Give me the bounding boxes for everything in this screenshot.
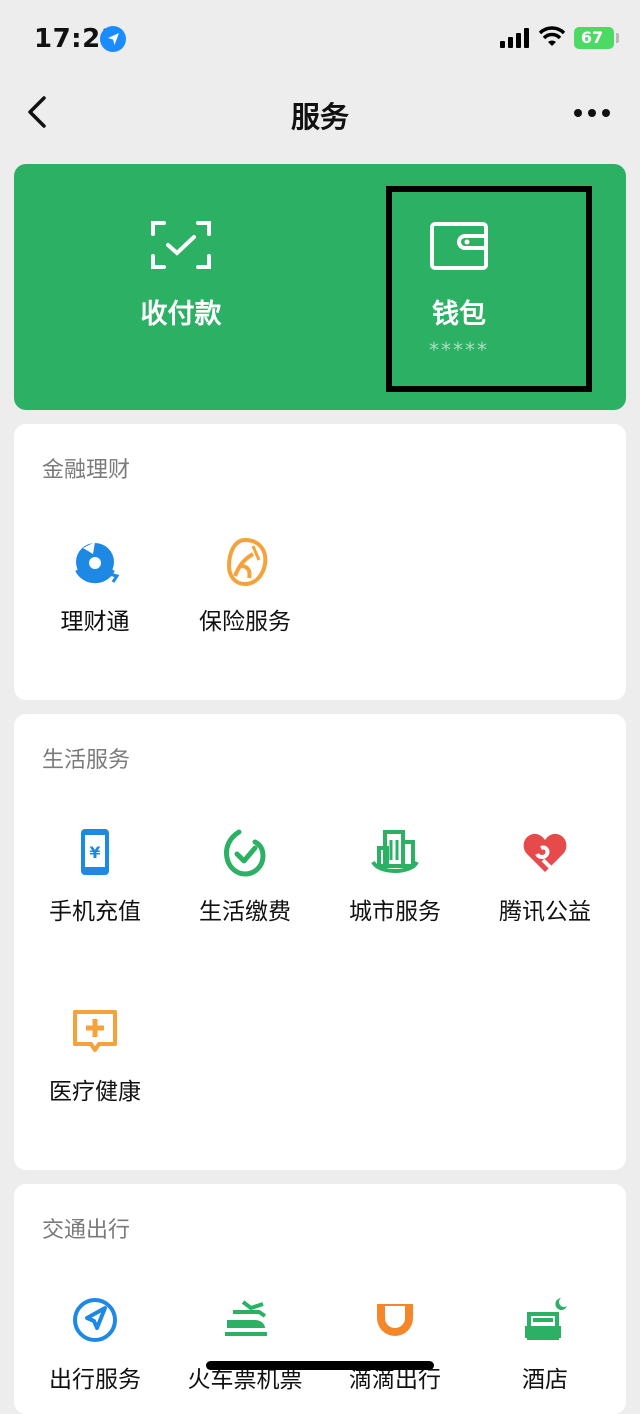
battery-level: 67 bbox=[580, 28, 604, 47]
wallet-icon bbox=[430, 222, 488, 270]
finance-item-label: 保险服务 bbox=[199, 609, 291, 635]
finance-item-licaitong[interactable]: 理财通 bbox=[20, 536, 170, 636]
travel-item-didi[interactable]: 滴滴出行 bbox=[320, 1294, 470, 1394]
pay-receive-label: 收付款 bbox=[140, 299, 222, 330]
life-item-phone-recharge[interactable]: ¥ 手机充值 bbox=[20, 826, 170, 926]
life-item-label: 腾讯公益 bbox=[499, 899, 591, 925]
travel-section-title: 交通出行 bbox=[42, 1218, 131, 1243]
travel-section: 交通出行 出行服务 火车票机票 滴滴出行 酒店 bbox=[14, 1184, 626, 1414]
travel-item-hotel[interactable]: 酒店 bbox=[470, 1294, 620, 1394]
cellular-signal-icon bbox=[500, 28, 529, 48]
life-item-bill-payment[interactable]: 生活缴费 bbox=[170, 826, 320, 926]
bill-payment-icon bbox=[224, 829, 266, 877]
life-item-medical[interactable]: 医疗健康 bbox=[20, 1006, 170, 1106]
insurance-icon bbox=[226, 537, 268, 587]
wallet-label: 钱包 bbox=[432, 299, 486, 330]
travel-item-label: 出行服务 bbox=[49, 1367, 141, 1393]
life-item-charity[interactable]: 腾讯公益 bbox=[470, 826, 620, 926]
licaitong-icon bbox=[75, 542, 120, 584]
travel-item-label: 酒店 bbox=[522, 1367, 568, 1393]
finance-section-title: 金融理财 bbox=[42, 458, 131, 483]
life-item-label: 医疗健康 bbox=[49, 1079, 141, 1105]
location-arrow-icon bbox=[100, 26, 126, 52]
life-services-section: 生活服务 ¥ 手机充值 生活缴费 城市服务 腾讯公益 医疗健康 bbox=[14, 714, 626, 1170]
wifi-icon bbox=[538, 26, 566, 46]
finance-item-insurance[interactable]: 保险服务 bbox=[170, 536, 320, 636]
page-title: 服务 bbox=[290, 100, 349, 134]
life-item-label: 城市服务 bbox=[349, 899, 441, 925]
svg-text:¥: ¥ bbox=[89, 843, 100, 862]
medical-icon bbox=[73, 1010, 117, 1052]
hotel-bed-icon bbox=[525, 1298, 567, 1340]
life-item-label: 生活缴费 bbox=[199, 899, 291, 925]
city-service-icon bbox=[371, 830, 419, 873]
battery-tip bbox=[616, 33, 619, 43]
wallet-balance-hidden: ***** bbox=[429, 338, 489, 362]
travel-item-travel-service[interactable]: 出行服务 bbox=[20, 1294, 170, 1394]
battery-icon: 67 bbox=[574, 27, 614, 49]
more-options-icon[interactable] bbox=[570, 98, 614, 128]
life-item-city-service[interactable]: 城市服务 bbox=[320, 826, 470, 926]
life-item-label: 手机充值 bbox=[49, 899, 141, 925]
travel-compass-icon bbox=[73, 1298, 117, 1342]
finance-section: 金融理财 理财通 保险服务 bbox=[14, 424, 626, 700]
didi-icon bbox=[377, 1304, 413, 1336]
charity-heart-icon bbox=[523, 833, 567, 872]
train-ticket-icon bbox=[225, 1300, 267, 1336]
travel-item-train-flight[interactable]: 火车票机票 bbox=[170, 1294, 320, 1394]
finance-item-label: 理财通 bbox=[60, 609, 130, 635]
life-section-title: 生活服务 bbox=[42, 748, 131, 773]
home-indicator[interactable] bbox=[206, 1361, 434, 1370]
phone-recharge-icon: ¥ bbox=[81, 829, 109, 875]
status-bar: 17:21 67 bbox=[0, 0, 640, 80]
scan-pay-icon bbox=[151, 221, 211, 269]
